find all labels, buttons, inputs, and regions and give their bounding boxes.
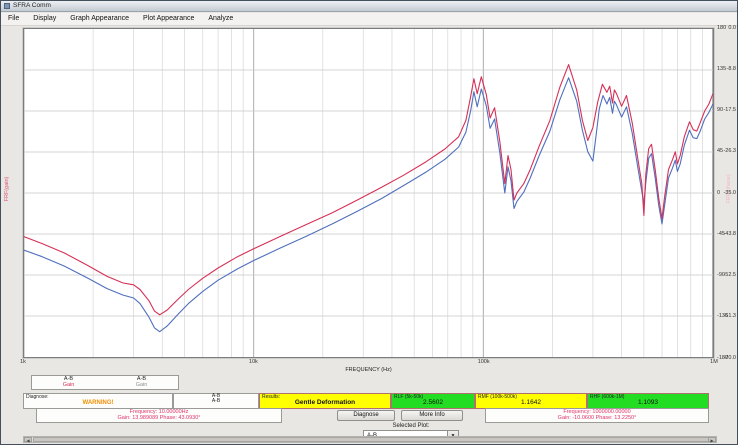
cursor-readout-right: Frequency: 1000000.00000 Gain: -10.0600 … [485,408,709,423]
frf-plot-svg [24,29,713,357]
menu-item-analyze[interactable]: Analyze [201,13,240,25]
results-value: Gentle Deformation [260,400,390,407]
menu-item-graph-appearance[interactable]: Graph Appearance [63,13,136,25]
diagnose-button[interactable]: Diagnose [337,410,395,421]
scroll-left-icon[interactable]: ◀ [24,437,32,442]
x-tick: 1M [710,360,718,366]
selected-plot-label: Selected Plot: [341,423,481,429]
legend-series-name: Gain [32,383,105,389]
metric-value: 1.1093 [588,400,708,407]
y-tick-right: 0 [717,191,737,197]
menu-item-display[interactable]: Display [26,13,63,25]
cursor-left-gain-phase: Gain: 13.989089 Phase: 43.0930° [37,416,281,422]
metric-panel-2: RHF (600k-1M)1.1093 [587,393,709,409]
metric-panel-0: RLF (5k-50k)2.5602 [391,393,475,409]
results-panel: Results: Gentle Deformation [259,393,391,409]
metric-value: 2.5602 [392,400,474,407]
y-tick-right: -180 [717,356,737,362]
legend-entry-0[interactable]: A-BGain [32,376,105,389]
horizontal-scrollbar[interactable]: ◀ ▶ [23,436,717,443]
metric-value: 1.1642 [476,400,586,407]
scroll-right-icon[interactable]: ▶ [708,437,716,442]
y-tick-right: 90 [717,108,737,114]
window-title: SFRA Comm [13,3,51,10]
x-tick: 1k [20,360,26,366]
frf-curve [24,65,713,315]
menu-bar: FileDisplayGraph AppearancePlot Appearan… [1,13,737,26]
y-tick-right: -90 [717,273,737,279]
y-tick-right: -135 [717,314,737,320]
menu-item-plot-appearance[interactable]: Plot Appearance [136,13,201,25]
title-bar[interactable]: SFRA Comm [1,1,737,12]
compared-plots-box: A-BA-B [173,393,259,409]
metric-panel-1: RMF (100k-500k)1.1642 [475,393,587,409]
menu-item-file[interactable]: File [1,13,26,25]
legend-box: A-BGainA-BGain [31,375,179,390]
x-tick: 100k [478,360,490,366]
y-axis-label-right: FRF(phase) [726,167,732,211]
app-icon [4,3,10,9]
y-tick-right: 180 [717,26,737,32]
scrollbar-thumb[interactable] [33,437,709,442]
plot-canvas[interactable] [23,28,714,358]
legend-series-name: Gain [105,383,178,389]
legend-entry-1[interactable]: A-BGain [105,376,178,389]
y-tick-right: 135 [717,67,737,73]
app-window: SFRA Comm FileDisplayGraph AppearancePlo… [0,0,738,445]
cursor-readout-left: Frequency: 10.00000Hz Gain: 13.989089 Ph… [36,408,282,423]
diagnose-panel: Diagnose: WARNING! [23,393,173,409]
y-axis-label-left: FRF(gain) [4,169,10,209]
warning-text: WARNING! [24,400,172,406]
x-axis-label: FREQUENCY (Hz) [23,367,714,373]
x-tick: 10k [249,360,258,366]
compared-plot-id: A-B [174,399,258,404]
cursor-right-gain-phase: Gain: -10.0600 Phase: 13.2250° [486,416,708,422]
y-tick-right: -45 [717,232,737,238]
frf-curve [24,78,713,332]
y-tick-right: 45 [717,149,737,155]
more-info-button[interactable]: More Info [401,410,463,421]
